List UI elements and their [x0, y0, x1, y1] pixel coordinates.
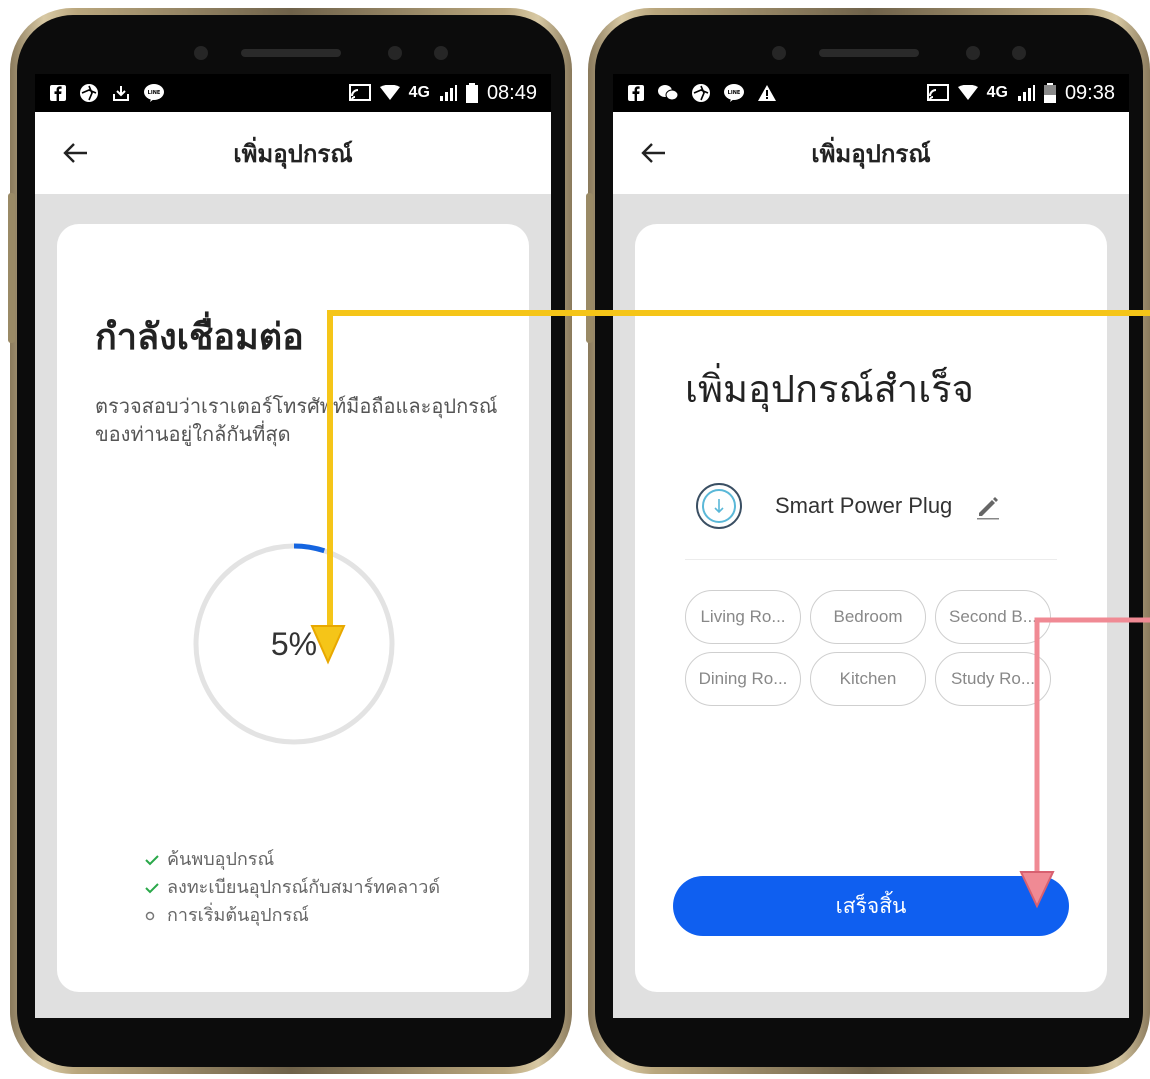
step-item: ลงทะเบียนอุปกรณ์กับสมาร์ทคลาวด์	[145, 874, 440, 902]
signal-icon	[1017, 85, 1035, 101]
status-bar: LINE 4G 09:38	[613, 74, 1129, 112]
earpiece-speaker	[241, 49, 341, 57]
room-chip-kitchen[interactable]: Kitchen	[810, 652, 926, 706]
connecting-card: กำลังเชื่อมต่อ ตรวจสอบว่าเราเตอร์โทรศัพท…	[57, 224, 529, 992]
download-icon	[111, 83, 131, 103]
room-chip-second-bedroom[interactable]: Second B...	[935, 590, 1051, 644]
earpiece-speaker	[819, 49, 919, 57]
front-camera-icon	[194, 46, 208, 60]
wifi-icon	[957, 85, 978, 101]
step-item: ค้นพบอุปกรณ์	[145, 846, 440, 874]
line-app-icon: LINE	[143, 83, 165, 103]
cast-icon	[348, 84, 371, 102]
room-chip-grid: Living Ro... Bedroom Second B... Dining …	[685, 590, 1057, 706]
check-icon	[145, 882, 167, 894]
proximity-sensor-icon	[388, 46, 402, 60]
status-time: 09:38	[1064, 81, 1115, 104]
wifi-icon	[379, 85, 400, 101]
wechat-icon	[657, 83, 679, 103]
right-screen: LINE 4G 09:38 เพิ่มอุปกรณ์ เพิ่มอุปกรณ์ส…	[613, 74, 1129, 1018]
light-sensor-icon	[434, 46, 448, 60]
status-bar: LINE 4G 08:49	[35, 74, 551, 112]
connecting-title: กำลังเชื่อมต่อ	[95, 317, 304, 358]
svg-text:LINE: LINE	[728, 90, 741, 96]
step-item: การเริ่มต้นอุปกรณ์	[145, 902, 440, 930]
success-title: เพิ่มอุปกรณ์สำเร็จ	[685, 367, 974, 411]
done-button[interactable]: เสร็จสิ้น	[673, 876, 1069, 936]
left-phone: LINE 4G 08:49 เพิ่มอุปกรณ์ กำลังเชื่อมต่…	[8, 8, 572, 1074]
aperture-icon	[691, 83, 711, 103]
facebook-icon	[627, 84, 645, 102]
smart-plug-icon	[696, 483, 742, 529]
device-name: Smart Power Plug	[775, 493, 953, 518]
warning-icon	[757, 84, 777, 102]
network-type-label: 4G	[986, 84, 1008, 101]
pending-circle-icon	[145, 910, 167, 922]
room-chip-living-room[interactable]: Living Ro...	[685, 590, 801, 644]
steps-list: ค้นพบอุปกรณ์ ลงทะเบียนอุปกรณ์กับสมาร์ทคล…	[145, 846, 440, 930]
step-label: การเริ่มต้นอุปกรณ์	[167, 905, 309, 926]
network-type-label: 4G	[408, 84, 430, 101]
progress-percent-label: 5%	[270, 625, 318, 662]
right-phone: LINE 4G 09:38 เพิ่มอุปกรณ์ เพิ่มอุปกรณ์ส…	[586, 8, 1150, 1074]
left-screen: LINE 4G 08:49 เพิ่มอุปกรณ์ กำลังเชื่อมต่…	[35, 74, 551, 1018]
light-sensor-icon	[1012, 46, 1026, 60]
volume-button	[8, 193, 15, 343]
proximity-sensor-icon	[966, 46, 980, 60]
battery-icon	[465, 83, 478, 103]
room-chip-dining-room[interactable]: Dining Ro...	[685, 652, 801, 706]
arrow-left-icon[interactable]	[61, 138, 91, 168]
divider	[685, 559, 1057, 560]
status-time: 08:49	[486, 81, 537, 104]
check-icon	[145, 854, 167, 866]
facebook-icon	[49, 84, 67, 102]
cast-icon	[926, 84, 949, 102]
pencil-icon[interactable]	[974, 492, 1002, 520]
battery-charging-icon	[1043, 83, 1056, 103]
arrow-left-icon[interactable]	[639, 138, 669, 168]
svg-text:LINE: LINE	[148, 90, 161, 96]
room-chip-study-room[interactable]: Study Ro...	[935, 652, 1051, 706]
volume-button	[586, 193, 593, 343]
app-bar-title: เพิ่มอุปกรณ์	[811, 139, 931, 168]
front-camera-icon	[772, 46, 786, 60]
app-bar-title: เพิ่มอุปกรณ์	[233, 139, 353, 168]
success-card: เพิ่มอุปกรณ์สำเร็จ Smart Power Plug Livi…	[635, 224, 1107, 992]
step-label: ลงทะเบียนอุปกรณ์กับสมาร์ทคลาวด์	[167, 877, 441, 898]
aperture-icon	[79, 83, 99, 103]
app-bar: เพิ่มอุปกรณ์	[35, 112, 551, 194]
room-chip-bedroom[interactable]: Bedroom	[810, 590, 926, 644]
app-bar: เพิ่มอุปกรณ์	[613, 112, 1129, 194]
device-row: Smart Power Plug	[695, 482, 1002, 530]
line-app-icon: LINE	[723, 83, 745, 103]
connecting-description: ตรวจสอบว่าเราเตอร์โทรศัพท์มือถือและอุปกร…	[95, 394, 498, 446]
signal-icon	[439, 85, 457, 101]
step-label: ค้นพบอุปกรณ์	[167, 849, 275, 870]
